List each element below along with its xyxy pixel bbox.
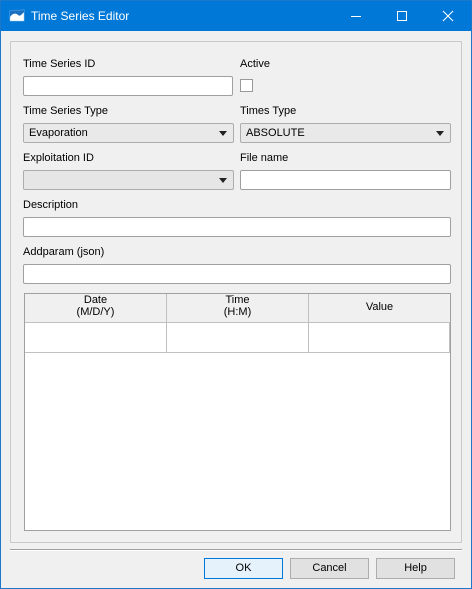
table-cell-time[interactable] xyxy=(167,323,309,353)
time-series-type-label: Time Series Type xyxy=(23,105,108,117)
table-cell-value[interactable] xyxy=(309,323,450,353)
file-name-label: File name xyxy=(240,152,289,164)
close-icon xyxy=(442,10,454,22)
minimize-icon xyxy=(351,16,361,17)
column-header-date-title: Date xyxy=(83,294,108,306)
footer-separator xyxy=(10,549,462,551)
form-panel: Time Series ID Active Time Series Type E… xyxy=(10,41,462,543)
file-name-input[interactable] xyxy=(240,170,451,190)
time-series-table[interactable]: Date (M/D/Y) Time (H:M) Value xyxy=(24,293,451,531)
help-button[interactable]: Help xyxy=(376,558,455,579)
column-header-time-unit: (H:M) xyxy=(223,306,252,318)
addparam-label: Addparam (json) xyxy=(23,246,105,258)
chevron-down-icon xyxy=(436,131,444,136)
addparam-input[interactable] xyxy=(23,264,451,284)
maximize-button[interactable] xyxy=(379,1,425,31)
exploitation-id-dropdown[interactable] xyxy=(23,170,234,190)
times-type-dropdown[interactable]: ABSOLUTE xyxy=(240,123,451,143)
times-type-value: ABSOLUTE xyxy=(246,127,305,139)
time-series-type-value: Evaporation xyxy=(29,127,88,139)
cancel-button[interactable]: Cancel xyxy=(290,558,369,579)
window-title: Time Series Editor xyxy=(31,9,130,23)
close-button[interactable] xyxy=(425,1,471,31)
column-header-time-title: Time xyxy=(225,294,250,306)
active-label: Active xyxy=(240,58,270,70)
column-header-date-unit: (M/D/Y) xyxy=(76,306,115,318)
maximize-icon xyxy=(397,11,407,21)
column-header-date[interactable]: Date (M/D/Y) xyxy=(25,294,167,323)
times-type-label: Times Type xyxy=(240,105,297,117)
description-label: Description xyxy=(23,199,79,211)
time-series-id-label: Time Series ID xyxy=(23,58,96,70)
description-input[interactable] xyxy=(23,217,451,237)
chevron-down-icon xyxy=(219,131,227,136)
column-header-time[interactable]: Time (H:M) xyxy=(167,294,309,323)
chevron-down-icon xyxy=(219,178,227,183)
exploitation-id-label: Exploitation ID xyxy=(23,152,94,164)
title-bar[interactable]: Time Series Editor xyxy=(1,1,471,31)
minimize-button[interactable] xyxy=(333,1,379,31)
table-cell-date[interactable] xyxy=(25,323,167,353)
time-series-editor-window: Time Series Editor Time Series ID Active… xyxy=(0,0,472,589)
time-series-type-dropdown[interactable]: Evaporation xyxy=(23,123,234,143)
active-checkbox[interactable] xyxy=(240,79,253,92)
app-icon xyxy=(9,9,25,23)
column-header-value[interactable]: Value xyxy=(309,294,450,323)
column-header-value-title: Value xyxy=(365,301,394,313)
ok-button[interactable]: OK xyxy=(204,558,283,579)
time-series-id-input[interactable] xyxy=(23,76,233,96)
